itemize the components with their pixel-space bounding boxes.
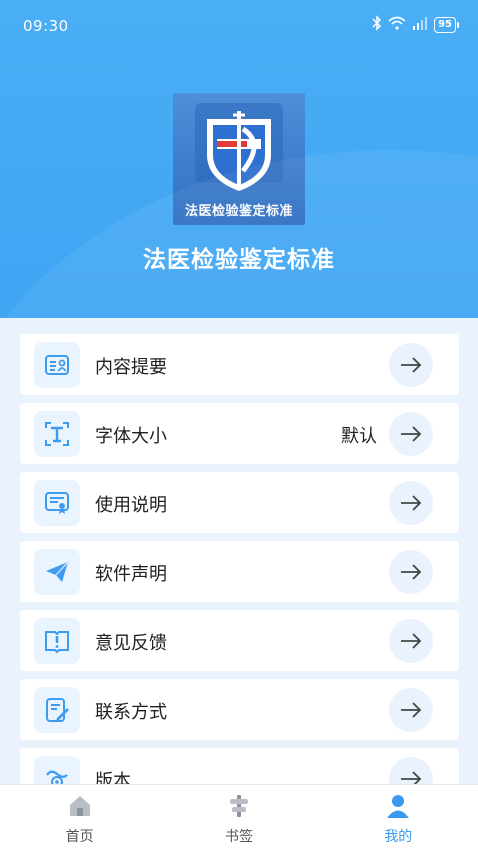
arrow-right-icon[interactable] [389, 550, 433, 594]
bluetooth-icon [372, 15, 382, 35]
status-bar: 09:30 95 [0, 0, 478, 52]
app-title: 法医检验鉴定标准 [143, 247, 335, 273]
feedback-book-icon [34, 618, 80, 664]
profile-header: 09:30 95 法医检验鉴定标准 法医检验鉴定标准 [0, 0, 478, 318]
menu-item-font-size[interactable]: 字体大小 默认 [20, 403, 459, 464]
status-icons: 95 [372, 15, 459, 35]
menu-item-label: 使用说明 [95, 495, 167, 516]
menu-item-instructions[interactable]: 使用说明 [20, 472, 459, 533]
arrow-right-icon[interactable] [389, 343, 433, 387]
font-size-value: 默认 [341, 426, 377, 447]
battery-icon: 95 [434, 17, 459, 33]
menu-item-contact[interactable]: 联系方式 [20, 679, 459, 740]
arrow-right-icon[interactable] [389, 688, 433, 732]
tab-home[interactable]: 首页 [0, 785, 159, 850]
arrow-right-icon[interactable] [389, 412, 433, 456]
signal-icon [412, 16, 428, 34]
tab-bookmarks[interactable]: 书签 [159, 785, 318, 850]
settings-menu: 内容提要 字体大小 默认 使用说明 软件声明 意见反馈 联系方式 版本.... [20, 334, 459, 817]
app-logo: 法医检验鉴定标准 [173, 93, 305, 225]
menu-item-label: 字体大小 [95, 426, 167, 447]
tab-profile[interactable]: 我的 [319, 785, 478, 850]
bookmark-icon [226, 793, 252, 823]
certificate-icon [34, 480, 80, 526]
contact-card-icon [34, 342, 80, 388]
shield-emblem-icon [195, 103, 283, 191]
tab-label: 首页 [65, 829, 94, 845]
menu-item-label: 联系方式 [95, 702, 167, 723]
menu-item-label: 意见反馈 [95, 633, 167, 654]
text-size-icon [34, 411, 80, 457]
contact-edit-icon [34, 687, 80, 733]
menu-item-summary[interactable]: 内容提要 [20, 334, 459, 395]
tab-label: 我的 [384, 829, 413, 845]
status-time: 09:30 [23, 17, 69, 35]
menu-item-label: 内容提要 [95, 357, 167, 378]
home-icon [67, 793, 93, 823]
bottom-tab-bar: 首页 书签 我的 [0, 784, 478, 850]
tab-label: 书签 [224, 829, 253, 845]
arrow-right-icon[interactable] [389, 619, 433, 663]
menu-item-label: 软件声明 [95, 564, 167, 585]
paper-plane-icon [34, 549, 80, 595]
user-icon [385, 793, 411, 823]
menu-item-feedback[interactable]: 意见反馈 [20, 610, 459, 671]
wifi-icon [388, 16, 406, 34]
logo-caption: 法医检验鉴定标准 [184, 204, 293, 219]
arrow-right-icon[interactable] [389, 481, 433, 525]
menu-item-disclaimer[interactable]: 软件声明 [20, 541, 459, 602]
